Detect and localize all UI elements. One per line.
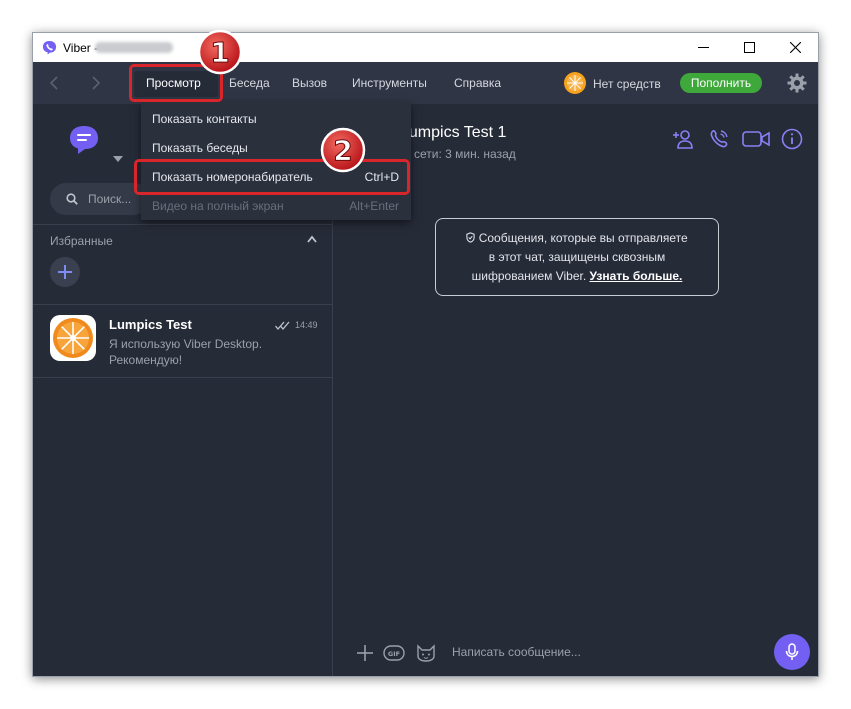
- favorites-label: Избранные: [50, 234, 113, 248]
- caret-down-icon[interactable]: [113, 156, 123, 162]
- menu-item-label: Видео на полный экран: [152, 199, 284, 213]
- balance-text: Нет средств: [593, 77, 661, 91]
- blurred-phone-number: [95, 42, 173, 53]
- add-favorite-button[interactable]: [50, 257, 80, 287]
- message-input[interactable]: Написать сообщение...: [452, 645, 581, 659]
- sticker-icon[interactable]: [416, 644, 436, 662]
- encryption-line2: в этот чат, защищены сквозным: [488, 250, 666, 264]
- step-badge-2: 2: [320, 127, 366, 173]
- step-badge-1-number: 1: [210, 36, 229, 69]
- learn-more-link[interactable]: Узнать больше.: [590, 269, 683, 283]
- encryption-line1: Сообщения, которые вы отправляете: [478, 231, 688, 245]
- viber-app-icon: [42, 40, 57, 55]
- gif-icon[interactable]: GIF: [383, 644, 405, 662]
- chevron-up-icon[interactable]: [307, 235, 317, 243]
- search-icon: [66, 193, 78, 205]
- minimize-button[interactable]: [680, 33, 726, 62]
- maximize-icon: [743, 42, 755, 53]
- menu-help[interactable]: Справка: [454, 76, 501, 90]
- chat-list-item[interactable]: Lumpics Test 14:49 Я использую Viber Des…: [33, 305, 333, 377]
- menu-call[interactable]: Вызов: [292, 76, 327, 90]
- microphone-icon: [785, 643, 799, 660]
- back-arrow-icon[interactable]: [46, 74, 64, 92]
- menu-tools[interactable]: Инструменты: [352, 76, 427, 90]
- double-check-icon: [275, 321, 290, 330]
- voice-message-button[interactable]: [774, 634, 810, 670]
- close-icon: [789, 42, 801, 53]
- menu-item-shortcut: Alt+Enter: [349, 199, 399, 213]
- maximize-button[interactable]: [726, 33, 772, 62]
- window-title: Viber -: [63, 41, 99, 55]
- minimize-icon: [697, 47, 709, 48]
- shield-icon: [466, 232, 475, 243]
- divider: [33, 224, 333, 225]
- encryption-notice: Сообщения, которые вы отправляете в этот…: [435, 218, 719, 296]
- plus-icon: [58, 265, 72, 279]
- step-badge-1: 1: [197, 29, 243, 75]
- menu-item-label: Показать контакты: [152, 112, 257, 126]
- info-icon[interactable]: [781, 128, 803, 150]
- menu-show-chats[interactable]: Показать беседы: [141, 133, 411, 162]
- conversation-contact-name[interactable]: Lumpics Test 1: [400, 124, 506, 142]
- contact-status: сети: 3 мин. назад: [414, 147, 516, 161]
- phone-icon[interactable]: [708, 128, 730, 150]
- forward-arrow-icon[interactable]: [86, 74, 104, 92]
- balance-orange-icon: [564, 72, 586, 94]
- divider: [33, 377, 333, 378]
- menu-fullscreen-video[interactable]: Видео на полный экран Alt+Enter: [141, 191, 411, 220]
- encryption-line3: шифрованием Viber.: [471, 269, 587, 283]
- chat-last-message: Я использую Viber Desktop. Рекомендую!: [109, 337, 263, 367]
- step-badge-2-number: 2: [333, 134, 352, 167]
- svg-text:GIF: GIF: [388, 650, 400, 658]
- add-participant-icon[interactable]: [672, 128, 694, 150]
- chat-time: 14:49: [295, 320, 318, 330]
- menu-show-contacts[interactable]: Показать контакты: [141, 104, 411, 133]
- gear-icon[interactable]: [787, 73, 807, 93]
- contact-avatar: [50, 315, 96, 361]
- close-button[interactable]: [772, 33, 818, 62]
- video-call-icon[interactable]: [742, 128, 770, 150]
- plus-icon[interactable]: [356, 644, 374, 662]
- search-placeholder: Поиск...: [88, 192, 132, 206]
- title-bar: Viber -: [33, 33, 818, 62]
- topup-button[interactable]: Пополнить: [680, 73, 762, 93]
- chat-bubble-icon[interactable]: [68, 124, 100, 156]
- chat-contact-name: Lumpics Test: [109, 317, 192, 332]
- menu-item-label: Показать беседы: [152, 141, 248, 155]
- highlight-show-dialpad: [134, 159, 410, 195]
- message-composer: GIF Написать сообщение...: [334, 628, 818, 676]
- menu-conversation[interactable]: Беседа: [229, 76, 270, 90]
